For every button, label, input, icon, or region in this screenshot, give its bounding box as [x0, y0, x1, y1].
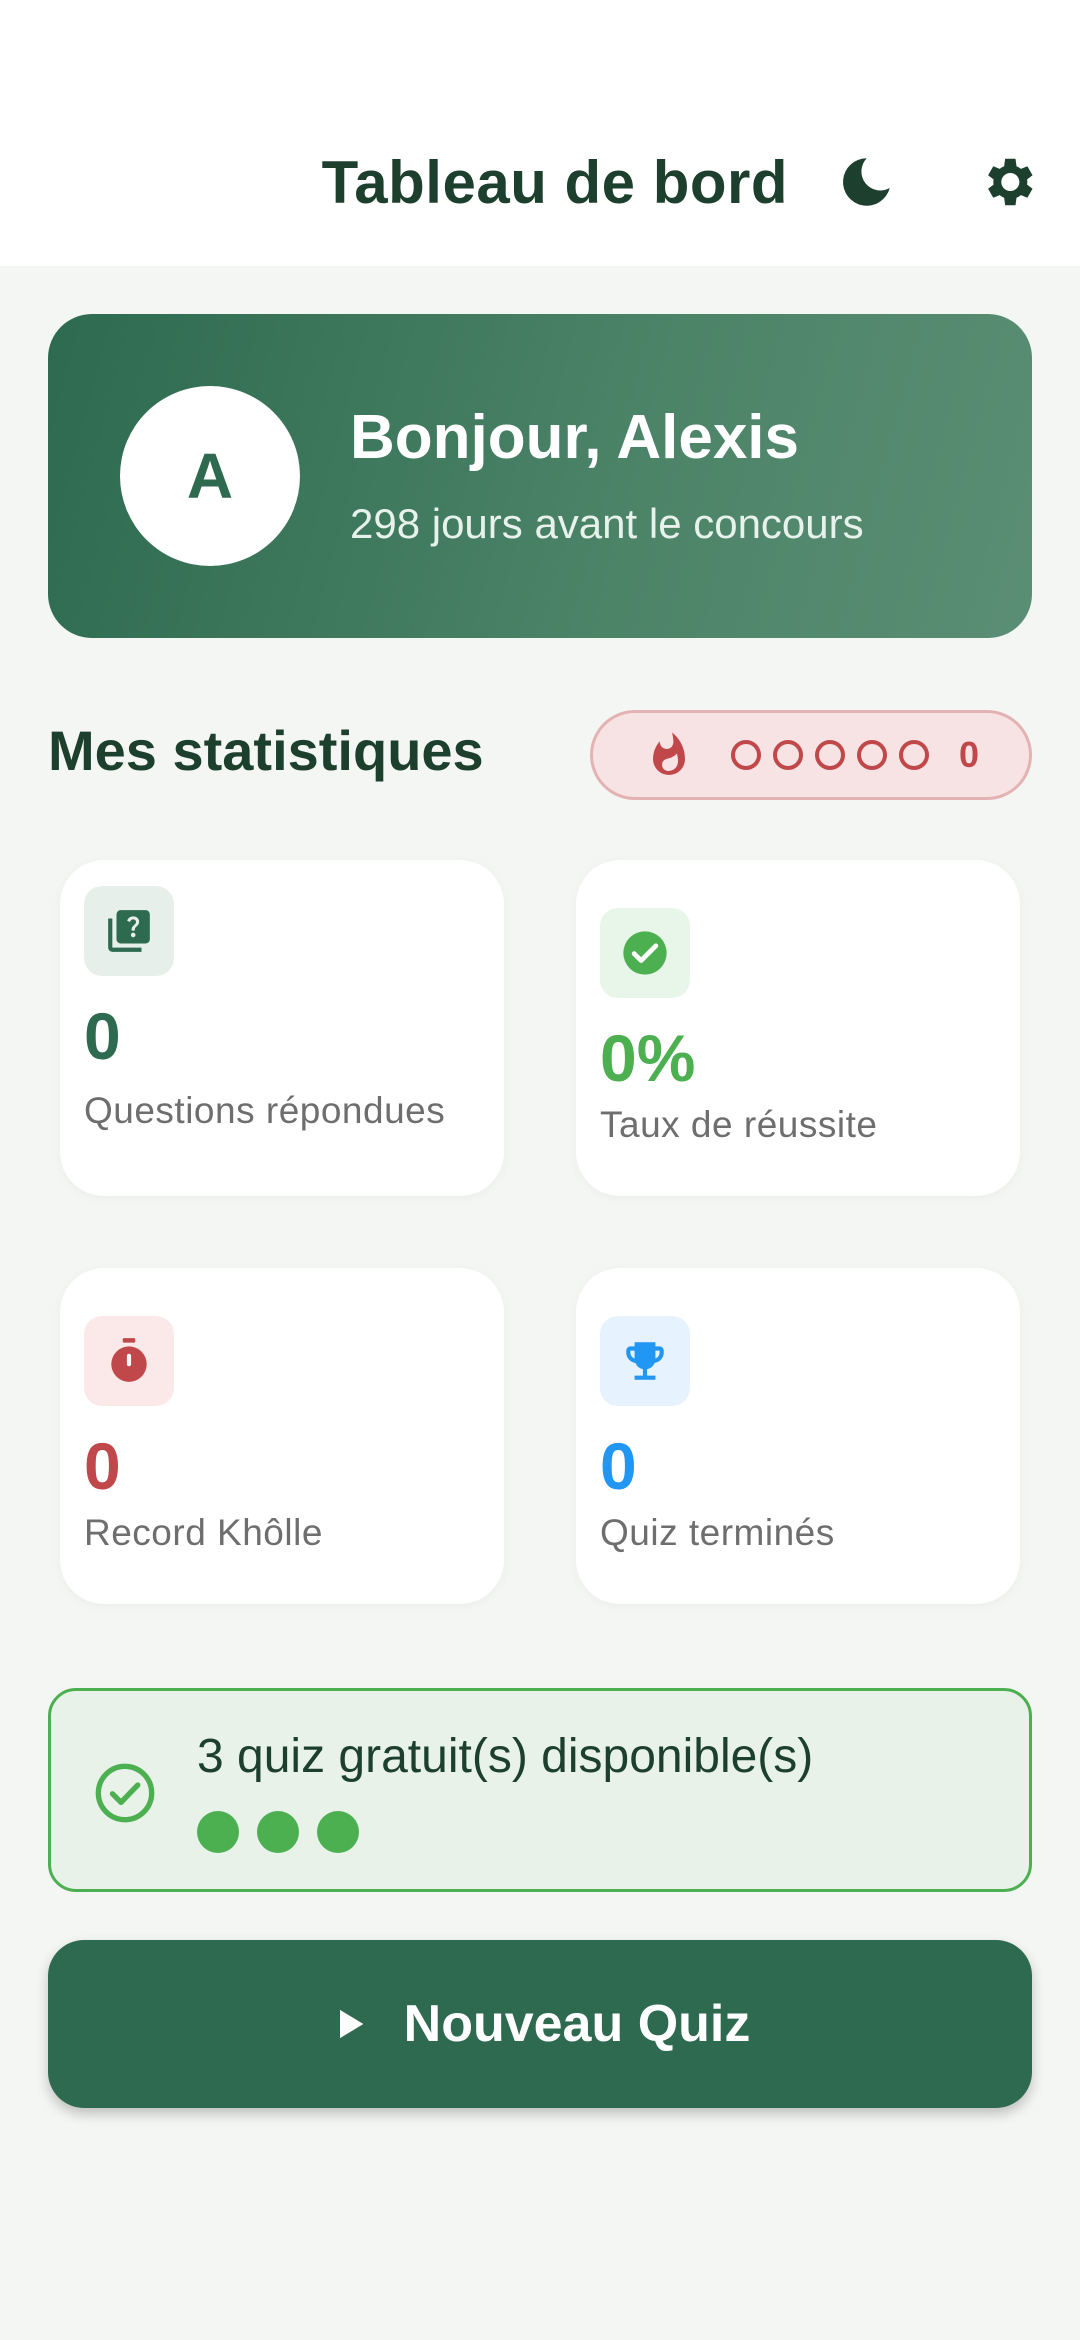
avatar: A	[120, 386, 300, 566]
stat-value-success-rate: 0%	[600, 1021, 696, 1095]
streak-dot	[731, 740, 761, 770]
stat-label-questions: Questions répondues	[84, 1090, 446, 1131]
top-app-bar: Tableau de bord	[0, 0, 1080, 266]
streak-dots	[731, 740, 929, 770]
trophy-icon	[626, 1342, 664, 1380]
stat-label-kholle-record: Record Khôlle	[84, 1512, 323, 1553]
stat-card-kholle-record: 0 Record Khôlle	[60, 1268, 504, 1604]
streak-dot	[815, 740, 845, 770]
theme-toggle-button[interactable]	[826, 142, 906, 222]
quiz-icon	[108, 910, 150, 952]
free-quiz-dot	[257, 1811, 299, 1853]
streak-count: 0	[959, 734, 980, 775]
free-quiz-dot	[197, 1811, 239, 1853]
stat-label-success-rate: Taux de réussite	[600, 1104, 878, 1145]
welcome-card: A Bonjour, Alexis 298 jours avant le con…	[48, 314, 1032, 638]
check-circle-icon	[623, 931, 667, 975]
trophy-icon-container	[600, 1316, 690, 1406]
quiz-icon-container	[84, 886, 174, 976]
stat-card-questions: 0 Questions répondues	[60, 860, 504, 1196]
stats-section-title: Mes statistiques	[48, 719, 484, 782]
stat-value-questions: 0	[84, 999, 121, 1073]
moon-icon	[843, 158, 890, 206]
flame-icon	[653, 732, 685, 775]
check-circle-icon-container	[600, 908, 690, 998]
dashboard-screen: Tableau de bord A Bonjour, Alexis 298 jo…	[0, 0, 1080, 2340]
timer-icon	[111, 1338, 147, 1382]
timer-icon-container	[84, 1316, 174, 1406]
streak-dot	[899, 740, 929, 770]
stat-card-success-rate: 0% Taux de réussite	[576, 860, 1020, 1196]
free-quiz-text: 3 quiz gratuit(s) disponible(s)	[197, 1730, 814, 1783]
stat-value-quiz-completed: 0	[600, 1429, 637, 1503]
streak-badge: 0	[590, 710, 1032, 800]
new-quiz-button[interactable]: Nouveau Quiz	[48, 1940, 1032, 2108]
greeting-text: Bonjour, Alexis	[350, 403, 800, 472]
settings-button[interactable]	[968, 142, 1048, 222]
free-quiz-dots	[197, 1811, 359, 1853]
streak-dot	[773, 740, 803, 770]
stat-card-quiz-completed: 0 Quiz terminés	[576, 1268, 1020, 1604]
stat-value-kholle-record: 0	[84, 1429, 121, 1503]
stat-label-quiz-completed: Quiz terminés	[600, 1512, 835, 1553]
new-quiz-button-label: Nouveau Quiz	[403, 1995, 751, 2053]
play-icon	[339, 2009, 363, 2039]
page-title: Tableau de bord	[321, 149, 788, 216]
free-quiz-banner: 3 quiz gratuit(s) disponible(s)	[48, 1688, 1032, 1892]
streak-dot	[857, 740, 887, 770]
gear-icon	[988, 158, 1033, 206]
countdown-text: 298 jours avant le concours	[350, 500, 864, 547]
free-quiz-dot	[317, 1811, 359, 1853]
check-circle-outline-icon	[95, 1763, 155, 1823]
